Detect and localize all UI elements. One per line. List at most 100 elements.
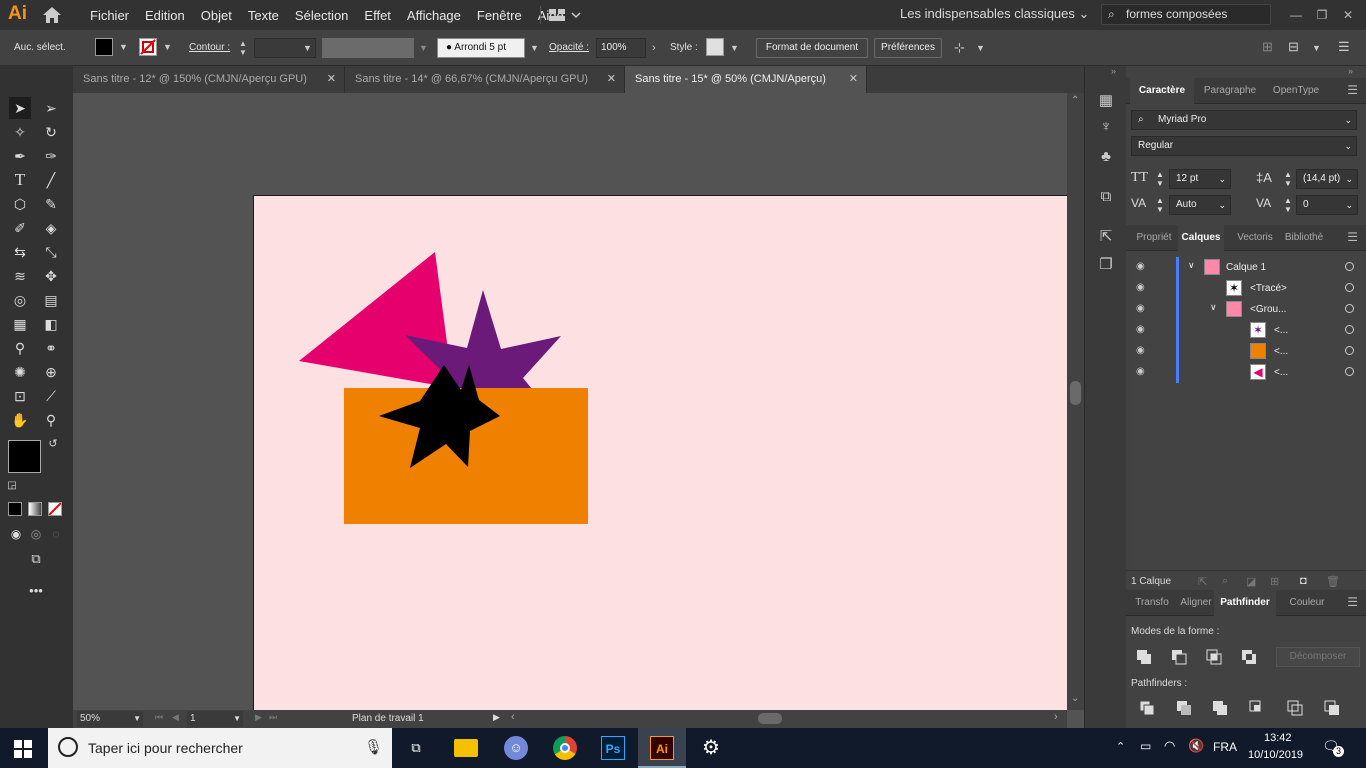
preferences-button[interactable]: Préférences bbox=[874, 38, 942, 58]
brush-definition[interactable]: ● Arrondi 5 pt bbox=[437, 38, 525, 58]
font-family-select[interactable]: ⌕ Myriad Pro ⌄ bbox=[1131, 110, 1357, 130]
tab-document-12[interactable]: Sans titre - 12* @ 150% (CMJN/Aperçu GPU… bbox=[73, 66, 345, 93]
trim-icon[interactable] bbox=[1176, 700, 1192, 716]
swap-colors-icon[interactable]: ↺ bbox=[46, 437, 60, 451]
chevron-down-icon[interactable]: ▼ bbox=[976, 43, 985, 53]
fill-color-swatch[interactable] bbox=[8, 440, 41, 473]
merge-icon[interactable] bbox=[1212, 700, 1228, 716]
chevron-down-icon[interactable]: ▼ bbox=[730, 43, 739, 53]
color-mode-icon[interactable] bbox=[8, 502, 22, 516]
home-icon[interactable] bbox=[42, 6, 62, 24]
warp-tool-icon[interactable]: ≋ bbox=[9, 265, 31, 287]
next-page-icon[interactable]: ▶ bbox=[255, 712, 262, 723]
discord-icon[interactable]: ☺ bbox=[504, 736, 528, 760]
target-circle-icon[interactable] bbox=[1345, 367, 1354, 376]
visibility-eye-icon[interactable]: ◉ bbox=[1136, 303, 1145, 314]
transform-icon[interactable]: ⊹ bbox=[954, 40, 965, 56]
close-icon[interactable]: ✕ bbox=[327, 66, 336, 93]
visibility-eye-icon[interactable]: ◉ bbox=[1136, 282, 1145, 293]
photoshop-icon[interactable]: Ps bbox=[601, 736, 625, 760]
tab-document-15[interactable]: Sans titre - 15* @ 50% (CMJN/Aperçu) ✕ bbox=[625, 66, 867, 93]
clock-date[interactable]: 10/10/2019 bbox=[1248, 749, 1303, 761]
minimize-icon[interactable]: — bbox=[1283, 8, 1309, 22]
target-circle-icon[interactable] bbox=[1345, 262, 1354, 271]
tab-vectorisation[interactable]: Vectoris bbox=[1232, 225, 1278, 251]
layer-row[interactable]: ◉ ◀ <... bbox=[1130, 362, 1362, 383]
vertical-scrollbar[interactable]: ⌃ ⌄ bbox=[1067, 93, 1084, 710]
menu-texte[interactable]: Texte bbox=[240, 8, 287, 23]
menu-fichier[interactable]: Fichier bbox=[82, 8, 137, 23]
close-icon[interactable]: ✕ bbox=[1335, 8, 1361, 22]
layer-row[interactable]: ◉ ✶ <Tracé> bbox=[1130, 278, 1362, 299]
line-tool-icon[interactable]: ╱ bbox=[40, 169, 62, 191]
symbol-sprayer-tool-icon[interactable]: ✺ bbox=[9, 361, 31, 383]
chevron-up-icon[interactable]: ⌃ bbox=[1071, 95, 1079, 106]
direct-selection-tool-icon[interactable]: ➢ bbox=[40, 97, 62, 119]
opacity-input[interactable]: 100% bbox=[596, 38, 646, 58]
chevron-up-icon[interactable]: ⌃ bbox=[1116, 740, 1125, 753]
opacity-label[interactable]: Opacité : bbox=[549, 30, 589, 66]
export-icon[interactable]: ⇱ bbox=[1198, 575, 1207, 588]
tab-pathfinder[interactable]: Pathfinder bbox=[1214, 590, 1276, 616]
windows-start-icon[interactable] bbox=[14, 740, 32, 758]
search-icon[interactable]: ⌕ bbox=[1222, 575, 1228, 588]
swatches-icon[interactable]: ▦ bbox=[1095, 90, 1117, 112]
layer-row[interactable]: ◉ ✶ <... bbox=[1130, 320, 1362, 341]
mesh-tool-icon[interactable]: ▦ bbox=[9, 313, 31, 335]
settings-gear-icon[interactable]: ⚙ bbox=[699, 736, 723, 760]
chevron-down-icon[interactable]: ∨ bbox=[1188, 260, 1195, 271]
menu-selection[interactable]: Sélection bbox=[287, 8, 356, 23]
layer-row[interactable]: ◉ <... bbox=[1130, 341, 1362, 362]
zoom-select[interactable]: 50% ▼ bbox=[77, 711, 143, 727]
clock-time[interactable]: 13:42 bbox=[1264, 732, 1292, 744]
variable-width-profile[interactable] bbox=[322, 38, 414, 58]
chevron-down-icon[interactable]: ▼ bbox=[303, 43, 312, 53]
document-setup-button[interactable]: Format de document bbox=[756, 38, 868, 58]
font-style-select[interactable]: Regular ⌄ bbox=[1131, 136, 1357, 156]
panel-menu-icon[interactable]: ☰ bbox=[1347, 230, 1358, 244]
wifi-icon[interactable]: ◠ bbox=[1164, 738, 1175, 754]
chevron-down-icon[interactable]: ⌄ bbox=[1071, 693, 1079, 704]
distribute-icon[interactable]: ⊟ bbox=[1288, 39, 1299, 55]
align-icon[interactable]: ⊞ bbox=[1262, 39, 1273, 55]
exclude-icon[interactable] bbox=[1241, 649, 1257, 665]
reflect-tool-icon[interactable]: ⇆ bbox=[9, 241, 31, 263]
symbols-icon[interactable]: ♣ bbox=[1095, 146, 1117, 168]
layer-row[interactable]: ◉ ∨ Calque 1 bbox=[1130, 257, 1362, 278]
tab-transformation[interactable]: Transfo bbox=[1130, 590, 1174, 616]
draw-normal-icon[interactable]: ◉ bbox=[5, 523, 27, 545]
shaper-tool-icon[interactable]: ✐ bbox=[9, 217, 31, 239]
stepper-icon[interactable]: ▲ ▼ bbox=[1156, 196, 1164, 214]
intersect-icon[interactable] bbox=[1206, 649, 1222, 665]
illustrator-taskbar-button[interactable]: Ai bbox=[638, 728, 686, 768]
last-page-icon[interactable]: ⏭ bbox=[269, 712, 277, 723]
target-circle-icon[interactable] bbox=[1345, 346, 1354, 355]
stroke-label[interactable]: Contour : bbox=[189, 30, 230, 66]
menu-affichage[interactable]: Affichage bbox=[399, 8, 469, 23]
horizontal-scrollbar-thumb[interactable] bbox=[758, 713, 782, 724]
graphic-style-swatch[interactable] bbox=[706, 38, 724, 56]
slice-tool-icon[interactable]: ⟋ bbox=[40, 385, 62, 407]
battery-icon[interactable]: ▭ bbox=[1140, 739, 1151, 753]
visibility-eye-icon[interactable]: ◉ bbox=[1136, 261, 1145, 272]
polygon-tool-icon[interactable]: ⬡ bbox=[9, 193, 31, 215]
default-colors-icon[interactable]: ◲ bbox=[5, 479, 19, 493]
tab-proprietes[interactable]: Propriét bbox=[1130, 225, 1178, 251]
minus-back-icon[interactable] bbox=[1324, 700, 1340, 716]
screen-mode-icon[interactable]: ⧉ bbox=[25, 548, 47, 570]
notification-center-icon[interactable]: 🗨 3 bbox=[1322, 738, 1344, 758]
gradient-mode-icon[interactable] bbox=[28, 502, 42, 516]
microphone-icon[interactable]: 🎙 bbox=[364, 728, 383, 768]
crop-icon[interactable] bbox=[1249, 700, 1265, 716]
pen-tool-icon[interactable]: ✒ bbox=[9, 145, 31, 167]
leading-input[interactable]: (14,4 pt) ⌄ bbox=[1296, 169, 1358, 189]
chrome-icon[interactable] bbox=[553, 736, 577, 760]
layer-row[interactable]: ◉ ∨ <Grou... bbox=[1130, 299, 1362, 320]
expand-button[interactable]: Décomposer bbox=[1276, 647, 1360, 667]
chevron-down-icon[interactable]: ∨ bbox=[1210, 302, 1217, 313]
outline-icon[interactable] bbox=[1287, 700, 1303, 716]
new-layer-icon[interactable]: ◘ bbox=[1300, 575, 1307, 587]
tab-aligner[interactable]: Aligner bbox=[1174, 590, 1218, 616]
divide-icon[interactable] bbox=[1139, 700, 1155, 716]
file-explorer-icon[interactable] bbox=[454, 739, 478, 757]
